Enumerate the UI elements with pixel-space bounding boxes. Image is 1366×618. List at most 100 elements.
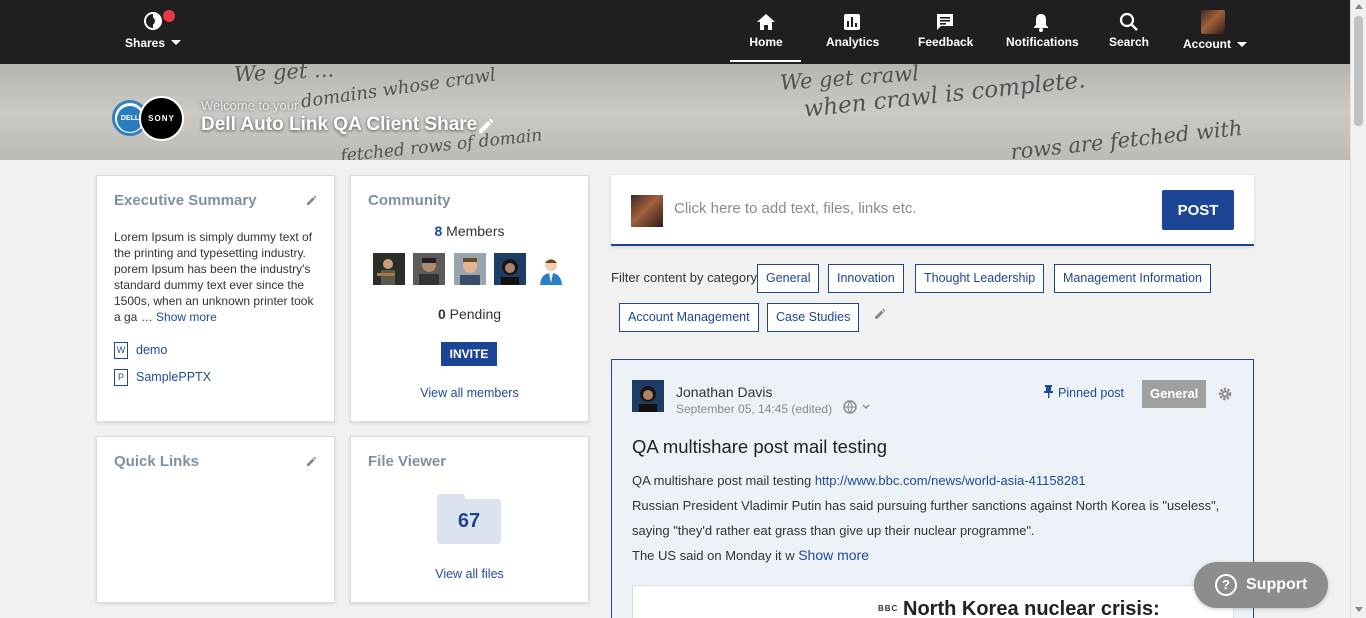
pending-count: 0 Pending (351, 306, 588, 322)
bell-icon (1034, 14, 1048, 32)
invite-button[interactable]: INVITE (441, 342, 497, 366)
post-input[interactable] (669, 193, 1149, 223)
executive-summary-card: Executive Summary Lorem Ipsum is simply … (96, 175, 335, 422)
support-button[interactable]: ? Support (1194, 562, 1328, 608)
post-author[interactable]: Jonathan Davis (676, 384, 773, 400)
globe-visibility-icon[interactable] (843, 400, 873, 414)
feedback-icon (937, 14, 953, 30)
nav-feedback-label: Feedback (918, 35, 974, 49)
members-number: 8 (434, 223, 443, 239)
filter-chip-thought-leadership[interactable]: Thought Leadership (915, 264, 1045, 293)
post-composer: POST (611, 175, 1254, 246)
pinned-text: Pinned post (1058, 386, 1125, 400)
scroll-up-arrow-icon[interactable] (1355, 4, 1363, 9)
member-avatar[interactable] (494, 253, 527, 285)
shares-label: Shares (124, 36, 166, 50)
post-line-text: QA multishare post mail testing (632, 473, 812, 488)
edit-categories-pencil-icon[interactable] (873, 307, 887, 321)
post-line: QA multishare post mail testing http://w… (632, 468, 1232, 493)
show-more-link[interactable]: Show more (798, 547, 869, 563)
pending-label: Pending (449, 306, 502, 322)
chevron-down-icon (1237, 42, 1247, 48)
quick-links-card: Quick Links (96, 436, 335, 603)
member-avatar[interactable] (413, 253, 446, 285)
shares-menu[interactable]: Shares (118, 10, 188, 52)
members-label: Members (446, 223, 505, 239)
filter-chip-account-management[interactable]: Account Management (619, 303, 759, 332)
home-icon (757, 14, 775, 30)
powerpoint-file-icon: P (114, 369, 128, 386)
post-line: Russian President Vladimir Putin has sai… (632, 498, 1220, 538)
scrollbar-thumb[interactable] (1354, 16, 1363, 126)
post-date: September 05, 14:45 (edited) (676, 402, 833, 416)
file-link-samplepptx[interactable]: P SamplePPTX (114, 369, 211, 386)
analytics-icon (844, 14, 860, 30)
account-avatar (1201, 10, 1225, 34)
page-scrollbar[interactable] (1350, 0, 1366, 618)
post-title: QA multishare post mail testing (632, 436, 887, 457)
welcome-text: Welcome to your (201, 98, 299, 113)
filter-chip-case-studies[interactable]: Case Studies (767, 303, 860, 332)
member-avatar[interactable] (373, 253, 405, 285)
file-viewer-title: File Viewer (368, 453, 447, 470)
author-avatar[interactable] (632, 380, 664, 412)
active-tab-indicator (730, 60, 801, 62)
post-body: QA multishare post mail testing http://w… (632, 468, 1232, 568)
pinned-post: Jonathan Davis September 05, 14:45 (edit… (611, 359, 1254, 618)
file-name: demo (136, 342, 168, 357)
share-banner: We get ... domains whose crawl fetched r… (0, 64, 1350, 160)
quick-links-title: Quick Links (114, 453, 200, 470)
members-count: 8 Members (351, 223, 588, 239)
gear-icon[interactable] (1217, 386, 1233, 402)
folder-icon[interactable]: 67 (437, 494, 501, 544)
link-preview-card[interactable]: BBC North Korea nuclear crisis: (632, 585, 1234, 618)
post-url-link[interactable]: http://www.bbc.com/news/world-asia-41158… (815, 473, 1086, 488)
file-viewer-card: File Viewer 67 View all files (350, 436, 589, 603)
nav-analytics-label: Analytics (826, 35, 880, 49)
nav-analytics[interactable]: Analytics (826, 12, 880, 49)
top-navigation: Shares Home Analytics Feedback Notificat… (0, 0, 1350, 64)
nav-notifications[interactable]: Notifications (1006, 12, 1079, 49)
edit-pencil-icon[interactable] (305, 194, 318, 207)
nav-notifications-label: Notifications (1006, 35, 1079, 49)
nav-search-label: Search (1108, 35, 1150, 49)
post-line-text: The US said on Monday it w (632, 548, 795, 563)
link-preview-title: North Korea nuclear crisis: (903, 598, 1160, 618)
filter-chip-management-information[interactable]: Management Information (1054, 264, 1211, 293)
word-file-icon: W (114, 342, 128, 359)
filter-chip-general[interactable]: General (757, 264, 820, 293)
post-category-badge: General (1142, 380, 1207, 408)
member-avatar[interactable] (453, 253, 486, 285)
view-all-files-link[interactable]: View all files (351, 567, 588, 581)
filter-chip-innovation[interactable]: Innovation (828, 264, 904, 293)
share-title: Dell Auto Link QA Client Share (201, 114, 478, 135)
show-more-link[interactable]: Show more (156, 310, 217, 324)
view-all-members-link[interactable]: View all members (351, 386, 588, 400)
search-icon (1119, 12, 1138, 31)
support-label: Support (1246, 576, 1308, 593)
chevron-down-icon (171, 40, 182, 46)
nav-home-label: Home (749, 35, 783, 49)
community-card: Community 8 Members 0 Pending INVITE Vie… (350, 175, 589, 422)
community-title: Community (368, 192, 451, 209)
nav-account[interactable]: Account (1183, 10, 1247, 51)
executive-summary-text: Lorem Ipsum is simply dummy text of the … (114, 229, 320, 325)
filter-label: Filter content by category (611, 270, 757, 285)
member-avatars (373, 253, 571, 290)
scroll-down-arrow-icon[interactable] (1355, 607, 1363, 612)
pending-number: 0 (437, 306, 446, 322)
edit-pencil-icon[interactable] (305, 455, 318, 468)
nav-feedback[interactable]: Feedback (918, 12, 974, 49)
edit-title-pencil-icon[interactable] (476, 116, 496, 136)
pin-icon (1044, 385, 1053, 398)
pinned-post-label: Pinned post (1043, 385, 1124, 400)
current-user-avatar (631, 195, 663, 227)
notification-dot (163, 10, 175, 22)
nav-search[interactable]: Search (1108, 12, 1150, 49)
member-avatar[interactable] (534, 253, 567, 285)
post-button[interactable]: POST (1162, 190, 1234, 230)
bbc-logo: BBC (878, 604, 899, 613)
nav-account-wrap: Account (1183, 37, 1247, 51)
nav-home[interactable]: Home (749, 12, 783, 49)
file-link-demo[interactable]: Wdemo (114, 342, 167, 359)
